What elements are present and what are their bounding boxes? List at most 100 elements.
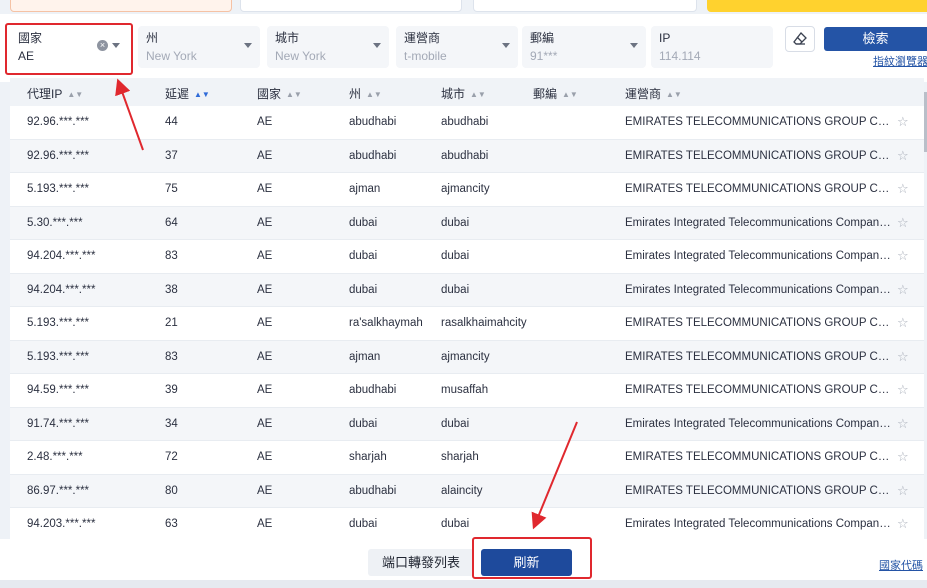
ip-input[interactable]: IP 114.114: [651, 26, 773, 68]
favorite-star-icon[interactable]: ☆: [897, 416, 909, 432]
country-code-link[interactable]: 國家代碼: [879, 557, 923, 573]
fingerprint-browser-link[interactable]: 指紋瀏覽器: [873, 53, 927, 69]
cell-ip: 92.96.***.***: [27, 116, 90, 128]
cell-latency: 75: [165, 183, 178, 195]
cell-state: abudhabi: [349, 484, 397, 497]
cell-isp: EMIRATES TELECOMMUNICATIONS GROUP COMP..…: [625, 116, 891, 128]
header-zip[interactable]: 郵編 ▲▼: [533, 85, 578, 102]
cell-state: dubai: [349, 216, 378, 229]
header-country-label: 國家: [257, 87, 282, 101]
table-row[interactable]: 5.193.***.*** 21 AE ra'salkhaymah rasalkhaim…: [10, 307, 924, 341]
zip-placeholder: 91***: [530, 49, 558, 63]
table-row[interactable]: 2.48.***.*** 72 AE sharjah sharjah EMIRATES T…: [10, 441, 924, 475]
isp-placeholder: t-mobile: [404, 49, 447, 63]
favorite-star-icon[interactable]: ☆: [897, 449, 909, 465]
city-select[interactable]: 城市 New York: [267, 26, 389, 68]
state-label: 州: [146, 31, 159, 45]
state-select[interactable]: 州 New York: [138, 26, 260, 68]
table-row[interactable]: 94.204.***.*** 38 AE dubai dubai Emirates Int…: [10, 273, 924, 307]
package-card-2[interactable]: [240, 0, 462, 12]
favorite-star-icon[interactable]: ☆: [897, 382, 909, 398]
cell-latency: 39: [165, 384, 178, 396]
clear-filters-button[interactable]: [785, 26, 815, 52]
cell-country: AE: [257, 451, 273, 463]
package-card-4[interactable]: [707, 0, 927, 12]
cell-latency: 37: [165, 149, 178, 162]
favorite-star-icon[interactable]: ☆: [897, 215, 909, 231]
cell-city: dubai: [441, 250, 470, 262]
sort-icon[interactable]: ▲▼: [666, 90, 682, 99]
table-row[interactable]: 5.193.***.*** 83 AE ajman ajmancity EMIRATES …: [10, 340, 924, 374]
header-isp[interactable]: 運營商 ▲▼: [625, 85, 682, 102]
table-row[interactable]: 91.74.***.*** 34 AE dubai dubai Emirates Inte…: [10, 407, 924, 441]
cell-ip: 5.30.***.***: [27, 216, 83, 229]
isp-label: 運營商: [404, 31, 441, 45]
cell-isp: EMIRATES TELECOMMUNICATIONS GROUP COMP..…: [625, 384, 891, 396]
favorite-star-icon[interactable]: ☆: [897, 114, 909, 130]
annotation-box-refresh: [472, 537, 592, 579]
table-row[interactable]: 92.96.***.*** 44 AE abudhabi abudhabi EMIRATE…: [10, 106, 924, 140]
header-zip-label: 郵編: [533, 87, 558, 101]
header-country[interactable]: 國家 ▲▼: [257, 85, 302, 102]
cell-isp: EMIRATES TELECOMMUNICATIONS GROUP COMP..…: [625, 317, 891, 329]
city-placeholder: New York: [275, 49, 326, 63]
cell-city: abudhabi: [441, 116, 489, 128]
header-ip[interactable]: 代理IP ▲▼: [27, 85, 83, 102]
sort-icon[interactable]: ▲▼: [194, 90, 210, 99]
cell-country: AE: [257, 518, 273, 530]
cell-state: abudhabi: [349, 384, 397, 396]
sort-icon[interactable]: ▲▼: [562, 90, 578, 99]
table-row[interactable]: 92.96.***.*** 37 AE abudhabi abudhabi EMIRATE…: [10, 139, 924, 173]
table-row[interactable]: 94.203.***.*** 63 AE dubai dubai Emirates Int…: [10, 508, 924, 539]
cell-ip: 94.204.***.***: [27, 250, 96, 262]
header-latency-label: 延遲: [165, 87, 190, 101]
search-button[interactable]: 檢索: [824, 27, 927, 51]
cell-state: ajman: [349, 350, 381, 363]
chevron-down-icon[interactable]: [373, 43, 381, 48]
cell-latency: 80: [165, 484, 178, 497]
zip-select[interactable]: 郵編 91***: [522, 26, 646, 68]
chevron-down-icon[interactable]: [630, 43, 638, 48]
favorite-star-icon[interactable]: ☆: [897, 148, 909, 164]
sort-icon[interactable]: ▲▼: [470, 90, 486, 99]
table-row[interactable]: 94.204.***.*** 83 AE dubai dubai Emirates Int…: [10, 240, 924, 274]
header-city[interactable]: 城市 ▲▼: [441, 85, 486, 102]
favorite-star-icon[interactable]: ☆: [897, 282, 909, 298]
cell-country: AE: [257, 183, 273, 195]
isp-select[interactable]: 運營商 t-mobile: [396, 26, 518, 68]
package-card-3[interactable]: [473, 0, 697, 12]
favorite-star-icon[interactable]: ☆: [897, 248, 909, 264]
header-latency[interactable]: 延遲 ▲▼: [165, 85, 210, 102]
table-row[interactable]: 86.97.***.*** 80 AE abudhabi alaincity EMIRAT…: [10, 474, 924, 508]
header-state[interactable]: 州 ▲▼: [349, 85, 382, 102]
cell-country: AE: [257, 216, 273, 229]
port-forward-list-button[interactable]: 端口轉發列表: [368, 549, 474, 576]
favorite-star-icon[interactable]: ☆: [897, 349, 909, 365]
table-row[interactable]: 5.193.***.*** 75 AE ajman ajmancity EMIRATES …: [10, 173, 924, 207]
cell-ip: 5.193.***.***: [27, 183, 90, 195]
cell-isp: Emirates Integrated Telecommunications C…: [625, 417, 891, 430]
favorite-star-icon[interactable]: ☆: [897, 181, 909, 197]
sort-icon[interactable]: ▲▼: [286, 90, 302, 99]
cell-state: ajman: [349, 183, 381, 195]
chevron-down-icon[interactable]: [502, 43, 510, 48]
favorite-star-icon[interactable]: ☆: [897, 483, 909, 499]
cell-ip: 5.193.***.***: [27, 317, 90, 329]
sort-icon[interactable]: ▲▼: [67, 90, 83, 99]
cell-latency: 83: [165, 350, 178, 363]
cell-latency: 83: [165, 250, 178, 262]
table-row[interactable]: 5.30.***.*** 64 AE dubai dubai Emirates Integ…: [10, 206, 924, 240]
cell-ip: 94.203.***.***: [27, 518, 96, 530]
cell-isp: EMIRATES TELECOMMUNICATIONS GROUP COMP..…: [625, 149, 891, 162]
cell-ip: 94.204.***.***: [27, 283, 96, 296]
package-card-1[interactable]: [10, 0, 232, 12]
favorite-star-icon[interactable]: ☆: [897, 516, 909, 532]
table-row[interactable]: 94.59.***.*** 39 AE abudhabi musaffah EMIRATE…: [10, 374, 924, 408]
favorite-star-icon[interactable]: ☆: [897, 315, 909, 331]
chevron-down-icon[interactable]: [244, 43, 252, 48]
cell-city: abudhabi: [441, 149, 489, 162]
top-card-strip: [0, 0, 927, 14]
cell-ip: 92.96.***.***: [27, 149, 90, 162]
sort-icon[interactable]: ▲▼: [366, 90, 382, 99]
cell-isp: EMIRATES TELECOMMUNICATIONS GROUP COMP..…: [625, 350, 891, 363]
